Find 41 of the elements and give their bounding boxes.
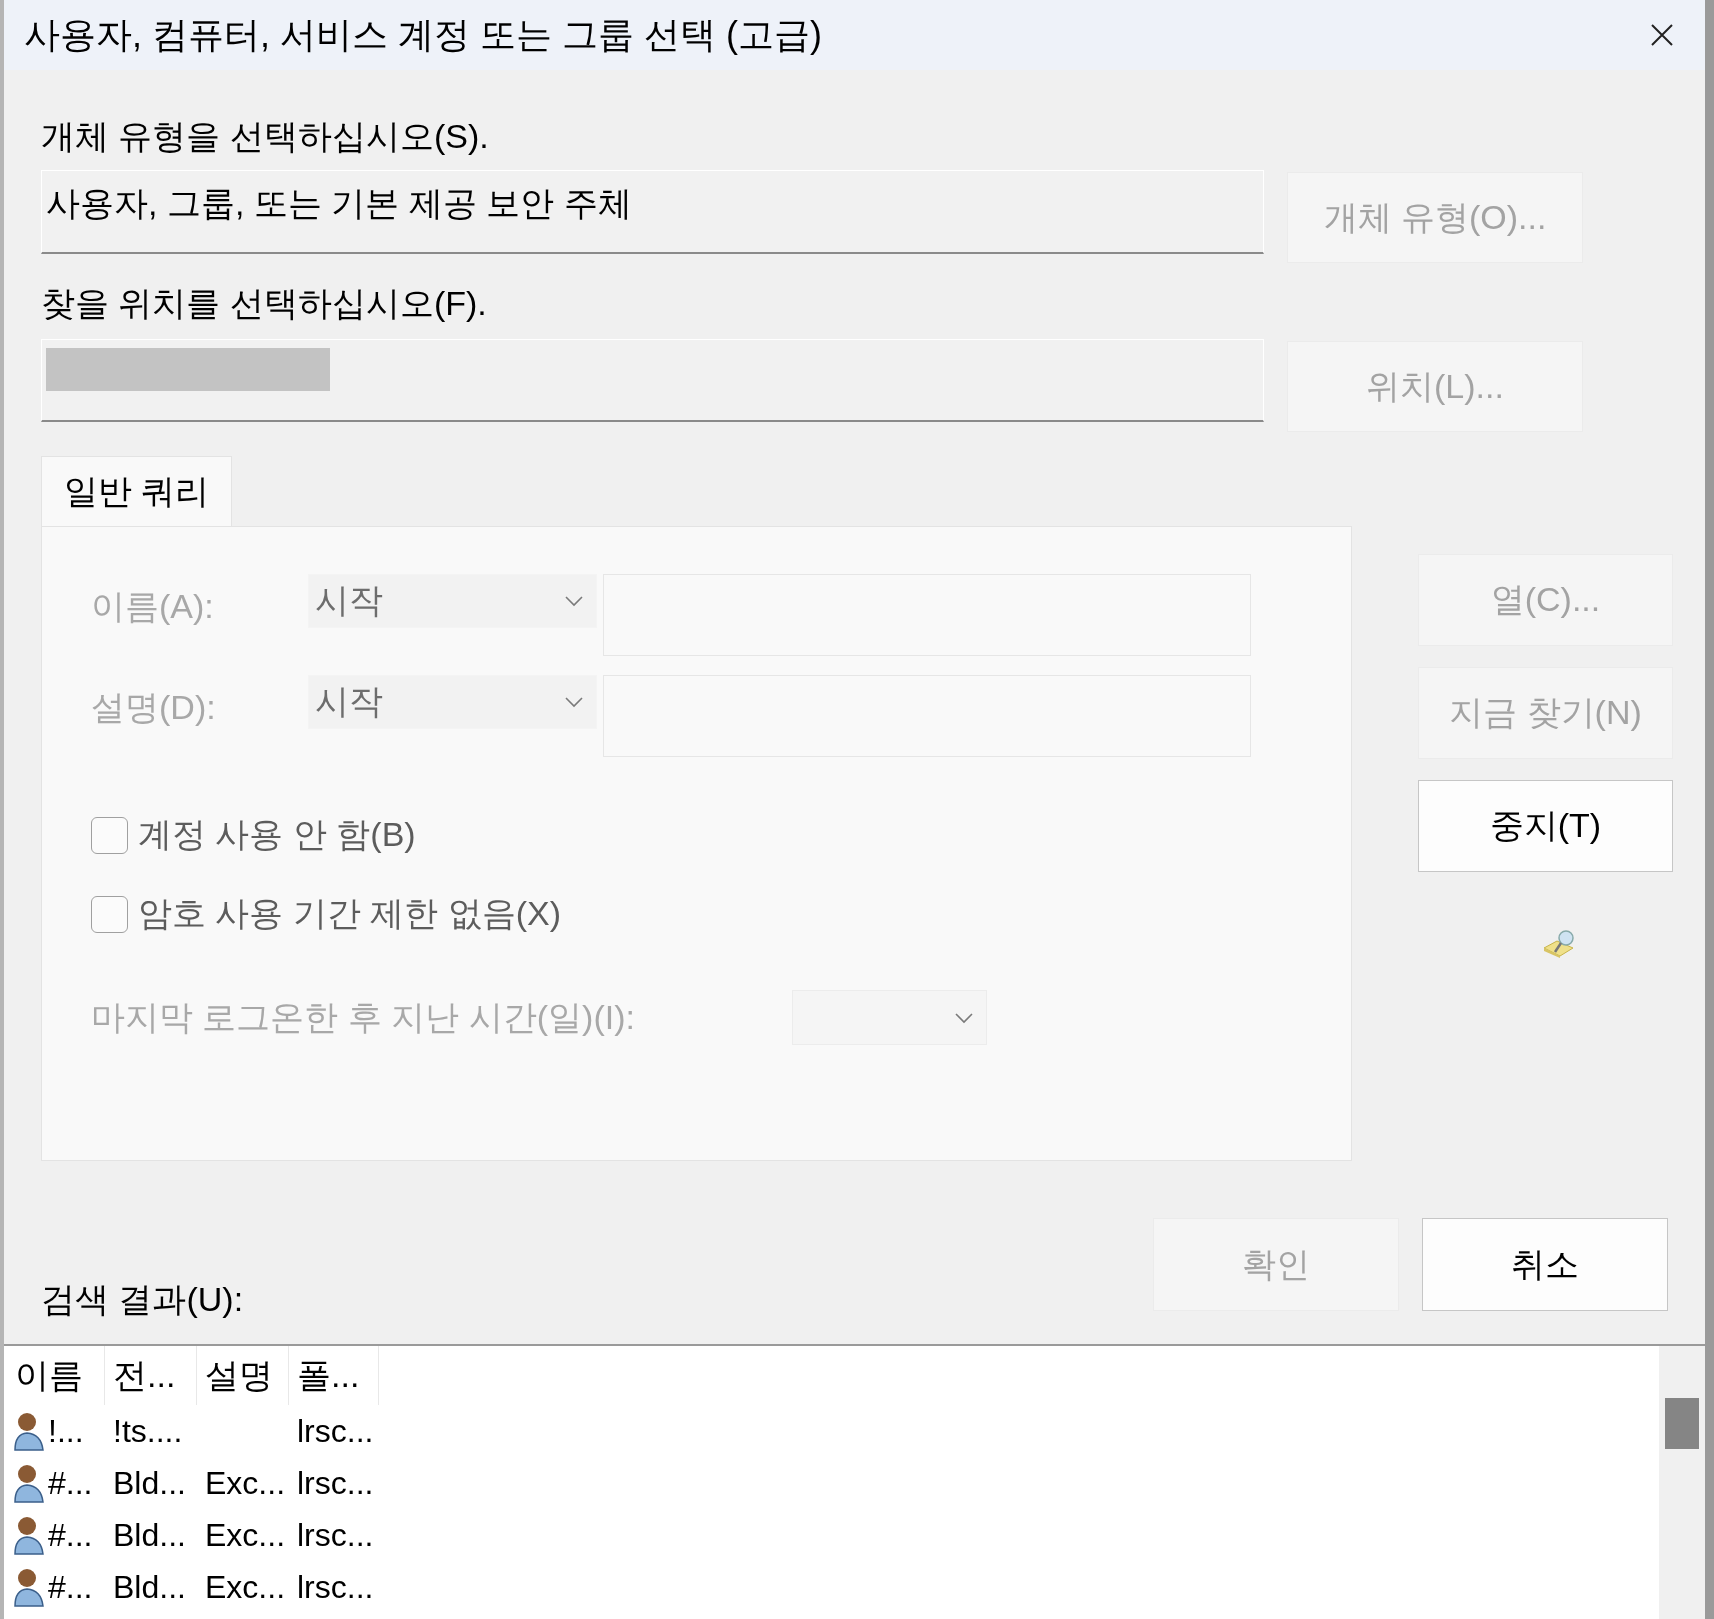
table-cell: Exc... xyxy=(205,1516,285,1553)
user-icon xyxy=(13,1514,45,1556)
field-label: 설명(D): xyxy=(91,687,217,728)
close-icon[interactable] xyxy=(1649,22,1675,48)
table-cell-text: lrsc... xyxy=(296,1464,375,1502)
chevron-down-icon xyxy=(564,696,584,708)
object-type-field: 사용자, 그룹, 또는 기본 제공 보안 주체 xyxy=(41,170,1264,254)
object-type-label: 개체 유형을 선택하십시오(S). xyxy=(41,116,490,157)
checkbox[interactable]: 계정 사용 안 함(B) xyxy=(91,812,1351,858)
chevron-down-icon xyxy=(564,595,584,607)
stop-button[interactable]: 중지(T) xyxy=(1418,780,1673,872)
cancel-button[interactable]: 취소 xyxy=(1422,1218,1668,1311)
table-cell: #... xyxy=(48,1516,93,1554)
table-cell: #... xyxy=(48,1568,93,1606)
table-cell: Exc... xyxy=(205,1464,285,1501)
table-cell-text: lrsc... xyxy=(296,1568,375,1606)
chevron-down-icon xyxy=(954,1011,974,1024)
tab[interactable]: 일반 쿼리 xyxy=(41,456,233,526)
user-icon xyxy=(13,1566,45,1608)
checkbox-box[interactable] xyxy=(91,816,128,854)
table-cell-text: lrsc... xyxy=(296,1516,375,1554)
table-cell-text: !ts.... xyxy=(112,1412,184,1450)
table-cell-text: Bld... xyxy=(112,1516,187,1554)
last-logon-label: 마지막 로그온한 후 지난 시간(일)(I): xyxy=(91,996,636,1038)
user-icon xyxy=(13,1410,45,1452)
field-label: 이름(A): xyxy=(91,586,215,627)
table-cell: !... xyxy=(48,1412,84,1450)
table-cell-text: lrsc... xyxy=(296,1412,375,1450)
table-cell-text: Bld... xyxy=(112,1464,187,1502)
table-cell: #... xyxy=(48,1464,93,1502)
table-cell: Exc... xyxy=(205,1568,285,1605)
window-title: 사용자, 컴퓨터, 서비스 계정 또는 그룹 선택 (고급) xyxy=(24,12,822,57)
table-cell-text: Bld... xyxy=(112,1568,187,1606)
location-label: 찾을 위치를 선택하십시오(F). xyxy=(41,283,488,324)
search-icon xyxy=(1543,930,1577,958)
checkbox[interactable]: 암호 사용 기간 제한 없음(X) xyxy=(91,891,1351,937)
scrollbar-thumb[interactable] xyxy=(1665,1398,1699,1449)
checkbox-box[interactable] xyxy=(91,895,128,933)
search-results-label: 검색 결과(U): xyxy=(41,1279,244,1320)
scrollbar[interactable] xyxy=(1659,1346,1705,1619)
user-icon xyxy=(13,1462,45,1504)
